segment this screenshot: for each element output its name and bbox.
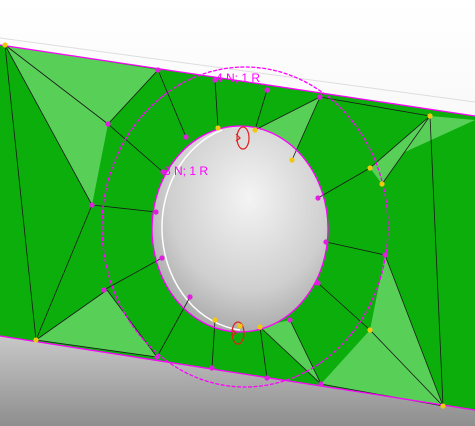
mesh-node	[89, 202, 95, 208]
mesh-node	[237, 323, 243, 329]
mesh-node	[264, 87, 270, 93]
mesh-node	[101, 287, 107, 293]
mesh-node	[427, 113, 433, 119]
mesh-node	[440, 403, 446, 409]
mesh-node	[159, 255, 165, 261]
mesh-node	[252, 127, 258, 133]
mesh-node	[215, 125, 221, 131]
mesh-node	[379, 181, 385, 187]
mesh-node	[154, 354, 160, 360]
mesh-node	[212, 317, 218, 323]
mesh-node	[155, 67, 161, 73]
mesh-node	[105, 121, 111, 127]
mesh-node	[382, 252, 388, 258]
mesh-node	[367, 327, 373, 333]
mesh-node	[183, 134, 189, 140]
mesh-node	[187, 294, 193, 300]
inner-ring-label: 8 N; 1 R	[164, 164, 208, 178]
3d-viewport[interactable]: 4 N; 1 R 8 N; 1 R	[0, 0, 475, 426]
mesh-node	[2, 42, 8, 48]
mesh-node	[367, 165, 373, 171]
mesh-node	[209, 365, 215, 371]
mesh-node	[153, 209, 159, 215]
hole-surface[interactable]	[152, 126, 328, 332]
mesh-node	[289, 157, 295, 163]
mesh-node	[33, 337, 39, 343]
mesh-node	[257, 324, 263, 330]
mesh-node	[317, 94, 323, 100]
mesh-node	[323, 239, 329, 245]
mesh-node	[318, 381, 324, 387]
mesh-node	[315, 195, 321, 201]
mesh-node	[264, 375, 270, 381]
mesh-node	[287, 317, 293, 323]
outer-ring-label: 4 N; 1 R	[216, 71, 260, 85]
mesh-canvas[interactable]: 4 N; 1 R 8 N; 1 R	[0, 0, 475, 426]
mesh-node	[315, 280, 321, 286]
